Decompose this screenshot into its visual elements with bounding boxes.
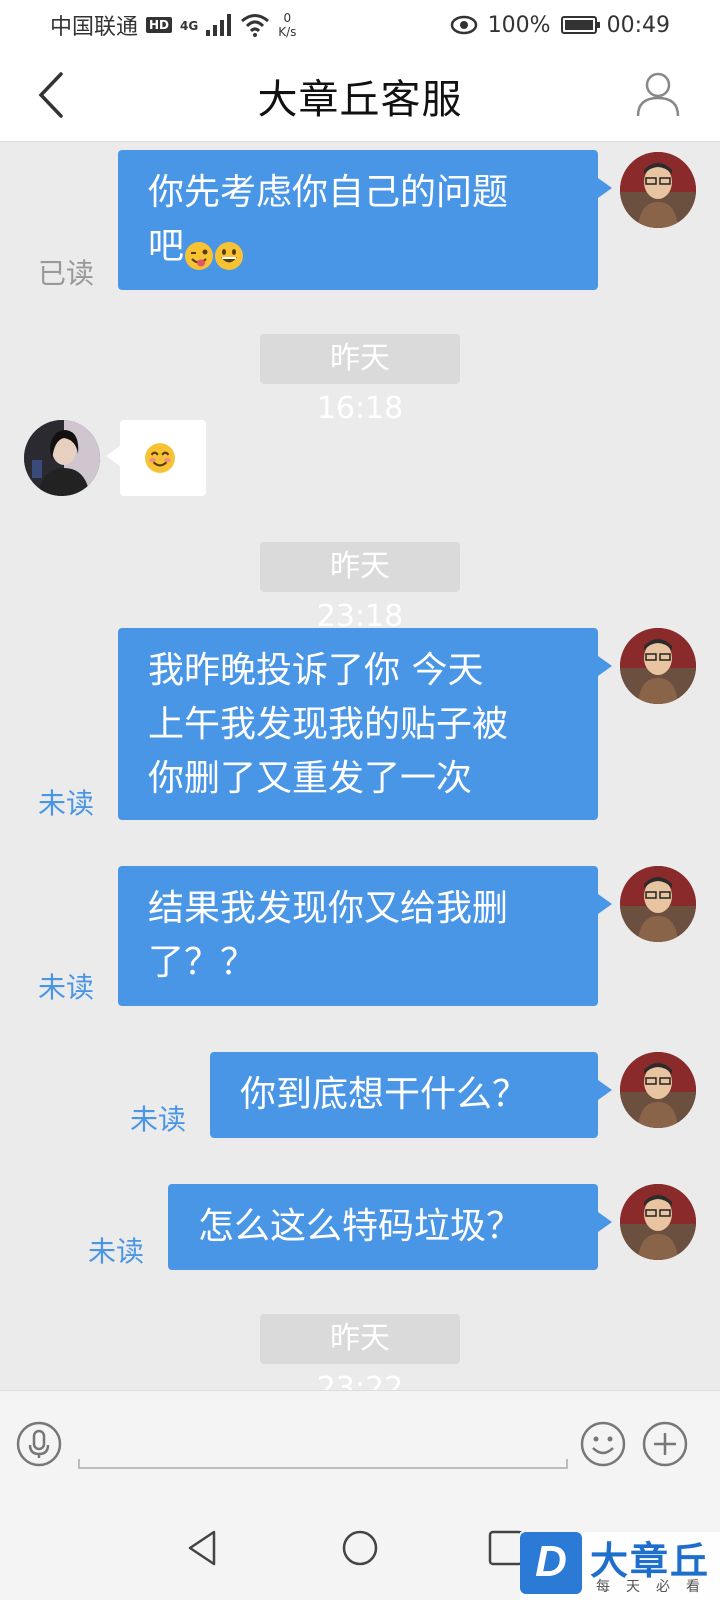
status-bar: 中国联通 HD 4G 0 K/s 100% 00:49 [0, 0, 720, 50]
message-line: 吧 [148, 220, 568, 274]
net-speed: 0 K/s [278, 11, 296, 39]
avatar[interactable] [620, 152, 696, 228]
avatar[interactable] [24, 420, 100, 496]
eye-icon [450, 15, 477, 35]
timestamp-chip: 昨天 23:18 [260, 542, 460, 634]
timestamp-chip: 昨天 23:22 [260, 1314, 460, 1406]
message-line: 我昨晚投诉了你 今天 [148, 650, 484, 691]
logo-mark: D [520, 1532, 582, 1594]
wink-tongue-emoji [184, 233, 214, 270]
message-line: 结果我发现你又给我删 [148, 888, 509, 929]
message-bubble[interactable]: 结果我发现你又给我删 了？？ [118, 866, 612, 1006]
chat-header: 大章丘客服 [0, 50, 720, 142]
nav-back-button[interactable] [184, 1528, 224, 1568]
message-line: 怎么这么特码垃圾？ [198, 1206, 523, 1247]
message-input[interactable] [78, 1413, 568, 1469]
read-status: 未读 [88, 1235, 145, 1268]
network-type: 4G [180, 19, 199, 33]
message-line: 你删了又重发了一次 [148, 758, 473, 799]
person-icon [636, 72, 680, 117]
signal-icon [206, 14, 232, 36]
voice-button[interactable] [16, 1421, 62, 1467]
battery-percent: 100% [487, 12, 551, 38]
back-button[interactable] [30, 70, 70, 120]
timestamp-chip: 昨天 16:18 [260, 334, 460, 426]
message-input-bar [0, 1390, 720, 1490]
wifi-icon [241, 14, 270, 37]
triangle-back-icon [188, 1530, 216, 1566]
profile-button[interactable] [634, 70, 682, 118]
avatar[interactable] [620, 1184, 696, 1260]
message-bubble[interactable]: 怎么这么特码垃圾？ [168, 1184, 612, 1270]
emoji-button[interactable] [580, 1421, 626, 1467]
smile-emoji [144, 442, 176, 474]
watermark-logo: D 大章丘 每天必看 [520, 1532, 720, 1600]
message-bubble[interactable]: 你到底想干什么？ [210, 1052, 612, 1138]
chevron-left-icon [38, 72, 63, 118]
grin-emoji [214, 233, 244, 270]
clock: 00:49 [606, 12, 670, 38]
read-status: 已读 [38, 257, 95, 290]
avatar[interactable] [620, 1052, 696, 1128]
hd-badge: HD [146, 17, 173, 33]
microphone-icon [16, 1421, 62, 1467]
read-status: 未读 [38, 787, 95, 820]
plus-icon [642, 1421, 688, 1467]
logo-tagline: 每天必看 [596, 1579, 716, 1595]
read-status: 未读 [38, 971, 95, 1004]
read-status: 未读 [130, 1103, 187, 1136]
carrier-label: 中国联通 [50, 15, 139, 40]
message-line: 你先考虑你自己的问题 [148, 172, 509, 213]
message-bubble[interactable]: 我昨晚投诉了你 今天 上午我发现我的贴子被 你删了又重发了一次 [118, 628, 612, 820]
message-line: 了？？ [148, 942, 257, 983]
message-line: 你到底想干什么？ [240, 1074, 529, 1115]
net-speed-unit: K/s [278, 25, 297, 39]
smiley-icon [580, 1421, 626, 1467]
more-button[interactable] [642, 1421, 688, 1467]
battery-icon [560, 16, 600, 34]
avatar[interactable] [620, 866, 696, 942]
message-bubble[interactable] [106, 420, 206, 496]
circle-home-icon [342, 1530, 378, 1566]
avatar[interactable] [620, 628, 696, 704]
chat-area[interactable]: 你先考虑你自己的问题 吧 已读 昨天 16:18 昨天 23:18 我昨晚投诉了… [0, 142, 720, 1406]
net-speed-value: 0 [283, 11, 292, 25]
nav-home-button[interactable] [340, 1528, 380, 1568]
message-line: 上午我发现我的贴子被 [148, 704, 509, 745]
page-title: 大章丘客服 [257, 76, 463, 123]
message-bubble[interactable]: 你先考虑你自己的问题 吧 [118, 150, 612, 290]
